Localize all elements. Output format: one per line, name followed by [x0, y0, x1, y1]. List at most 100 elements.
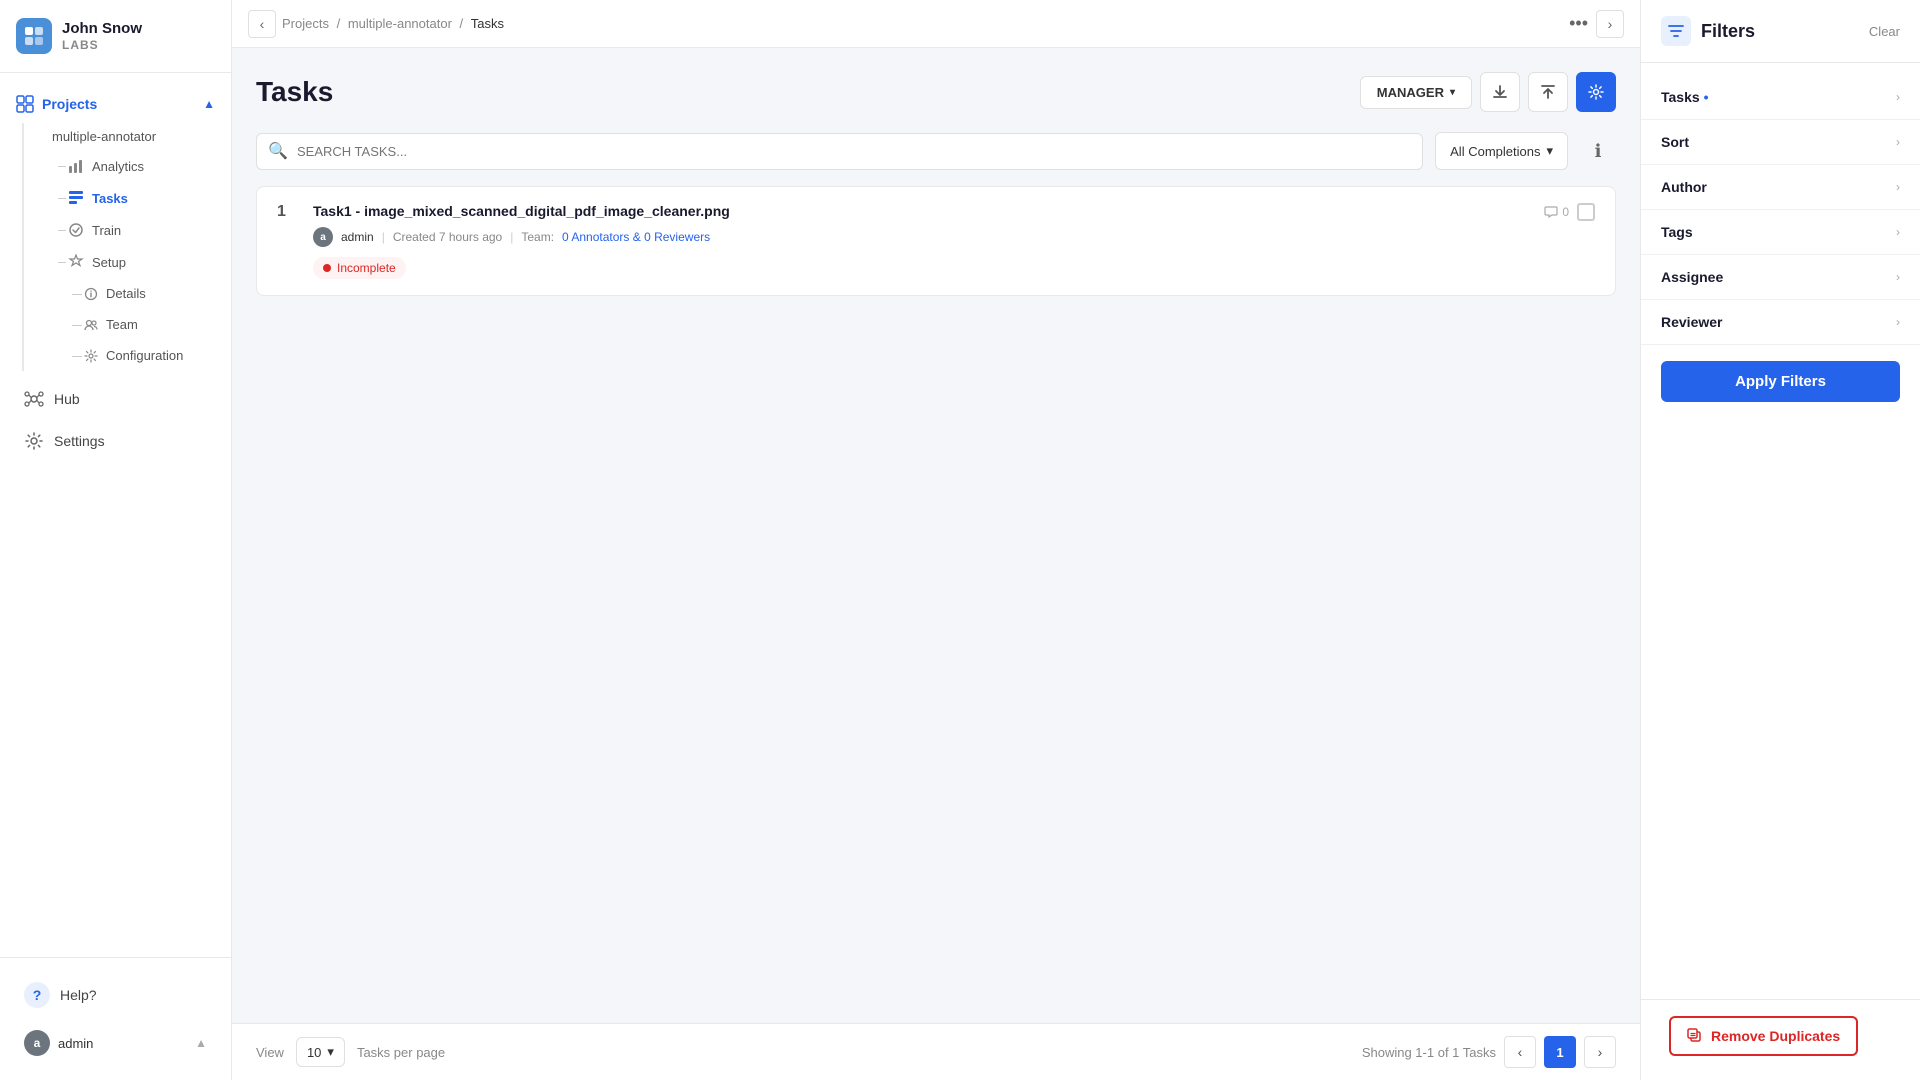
- task-number: 1: [277, 203, 297, 221]
- sidebar-item-details[interactable]: Details: [40, 278, 231, 309]
- train-label: Train: [92, 223, 121, 238]
- status-badge: Incomplete: [313, 257, 406, 279]
- filter-author-header[interactable]: Author ›: [1641, 165, 1920, 209]
- task-meta: a admin | Created 7 hours ago | Team: 0 …: [313, 227, 1528, 247]
- sidebar-project-name[interactable]: multiple-annotator: [40, 123, 231, 150]
- task-content: Task1 - image_mixed_scanned_digital_pdf_…: [313, 203, 1528, 279]
- task-list: 1 Task1 - image_mixed_scanned_digital_pd…: [256, 186, 1616, 296]
- filter-assignee-header[interactable]: Assignee ›: [1641, 255, 1920, 299]
- duplicate-icon: [1687, 1028, 1703, 1044]
- breadcrumb-sep2: /: [460, 16, 464, 31]
- tasks-area: Tasks MANAGER ▾: [232, 48, 1640, 1023]
- filter-tags-title: Tags: [1661, 224, 1693, 240]
- manager-button[interactable]: MANAGER ▾: [1360, 76, 1472, 109]
- team-link[interactable]: 0 Annotators & 0 Reviewers: [562, 230, 710, 244]
- task-author-avatar: a: [313, 227, 333, 247]
- project-tree: multiple-annotator Analytics Tasks: [22, 123, 231, 371]
- remove-dup-area: Remove Duplicates: [1641, 999, 1920, 1080]
- breadcrumb-current: Tasks: [471, 16, 504, 31]
- details-label: Details: [106, 286, 146, 301]
- info-button[interactable]: ℹ: [1580, 133, 1616, 169]
- remove-duplicates-button[interactable]: Remove Duplicates: [1669, 1016, 1858, 1056]
- filter-reviewer-title: Reviewer: [1661, 314, 1722, 330]
- filter-tags-header[interactable]: Tags ›: [1641, 210, 1920, 254]
- settings-label: Settings: [54, 433, 105, 449]
- config-icon: [84, 349, 98, 363]
- filter-tasks-title: Tasks: [1661, 89, 1709, 105]
- next-page-button[interactable]: ›: [1584, 1036, 1616, 1068]
- analytics-icon: [68, 158, 84, 174]
- sidebar: John Snow LABS Projects ▲ multiple-annot…: [0, 0, 232, 1080]
- train-icon: [68, 222, 84, 238]
- sidebar-item-configuration[interactable]: Configuration: [40, 340, 231, 371]
- sidebar-item-team[interactable]: Team: [40, 309, 231, 340]
- page-title: Tasks: [256, 76, 333, 108]
- filter-tasks-section: Tasks ›: [1641, 75, 1920, 120]
- page-size-select[interactable]: 10 ▾: [296, 1037, 345, 1067]
- per-page-label: Tasks per page: [357, 1045, 445, 1060]
- download-button[interactable]: [1480, 72, 1520, 112]
- sidebar-item-analytics[interactable]: Analytics: [40, 150, 231, 182]
- sidebar-projects-header[interactable]: Projects ▲: [0, 85, 231, 123]
- clear-filters-button[interactable]: Clear: [1869, 24, 1900, 39]
- gear-icon: [1587, 83, 1605, 101]
- help-icon: ?: [24, 982, 50, 1008]
- filter-assignee-chevron: ›: [1896, 270, 1900, 284]
- search-input[interactable]: [256, 133, 1423, 170]
- setup-icon: [68, 254, 84, 270]
- comment-num: 0: [1562, 205, 1569, 219]
- filter-tasks-header[interactable]: Tasks ›: [1641, 75, 1920, 119]
- manager-chevron: ▾: [1450, 87, 1455, 98]
- remove-dup-icon: [1687, 1028, 1703, 1044]
- search-icon: 🔍: [268, 141, 288, 161]
- logo-area: John Snow LABS: [0, 0, 231, 73]
- task-checkbox[interactable]: [1577, 203, 1595, 221]
- remove-dup-label: Remove Duplicates: [1711, 1028, 1840, 1044]
- settings-button[interactable]: [1576, 72, 1616, 112]
- sidebar-collapse-button[interactable]: ‹: [248, 10, 276, 38]
- details-icon: [84, 287, 98, 301]
- sidebar-bottom: ? Help? a admin ▲: [0, 957, 231, 1080]
- sidebar-item-setup[interactable]: Setup: [40, 246, 231, 278]
- sidebar-item-train[interactable]: Train: [40, 214, 231, 246]
- filter-reviewer-header[interactable]: Reviewer ›: [1641, 300, 1920, 344]
- manager-label: MANAGER: [1377, 85, 1444, 100]
- filters-body: Tasks › Sort › Author › Tags ›: [1641, 63, 1920, 999]
- help-button[interactable]: ? Help?: [8, 972, 223, 1018]
- download-icon: [1491, 83, 1509, 101]
- filter-icon: [1668, 23, 1684, 39]
- task-right: 0: [1544, 203, 1595, 221]
- sidebar-item-tasks[interactable]: Tasks: [40, 182, 231, 214]
- upload-button[interactable]: [1528, 72, 1568, 112]
- task-title[interactable]: Task1 - image_mixed_scanned_digital_pdf_…: [313, 203, 1528, 219]
- apply-filters-button[interactable]: Apply Filters: [1661, 361, 1900, 402]
- filter-reviewer-chevron: ›: [1896, 315, 1900, 329]
- analytics-label: Analytics: [92, 159, 144, 174]
- prev-page-button[interactable]: ‹: [1504, 1036, 1536, 1068]
- filter-tasks-chevron: ›: [1896, 90, 1900, 104]
- sidebar-item-settings[interactable]: Settings: [8, 421, 223, 461]
- sidebar-nav: Projects ▲ multiple-annotator Analytics: [0, 73, 231, 957]
- team-label: Team: [106, 317, 138, 332]
- hub-icon: [24, 389, 44, 409]
- filter-sort-title: Sort: [1661, 134, 1689, 150]
- projects-label: Projects: [42, 96, 97, 112]
- logo-labs: LABS: [62, 38, 142, 52]
- logo-text: John Snow LABS: [62, 20, 142, 52]
- filter-sort-header[interactable]: Sort ›: [1641, 120, 1920, 164]
- completions-select[interactable]: All Completions ▾: [1435, 132, 1568, 170]
- filter-sort-chevron: ›: [1896, 135, 1900, 149]
- user-row[interactable]: a admin ▲: [8, 1020, 223, 1066]
- current-page[interactable]: 1: [1544, 1036, 1576, 1068]
- sidebar-expand-button[interactable]: ›: [1596, 10, 1624, 38]
- sidebar-item-hub[interactable]: Hub: [8, 379, 223, 419]
- setup-label: Setup: [92, 255, 126, 270]
- filter-reviewer-section: Reviewer ›: [1641, 300, 1920, 345]
- filter-assignee-section: Assignee ›: [1641, 255, 1920, 300]
- breadcrumb-more-button[interactable]: •••: [1561, 9, 1596, 38]
- completions-chevron: ▾: [1546, 143, 1553, 159]
- team-icon: [84, 318, 98, 332]
- view-label: View: [256, 1045, 284, 1060]
- filter-author-title: Author: [1661, 179, 1707, 195]
- upload-icon: [1539, 83, 1557, 101]
